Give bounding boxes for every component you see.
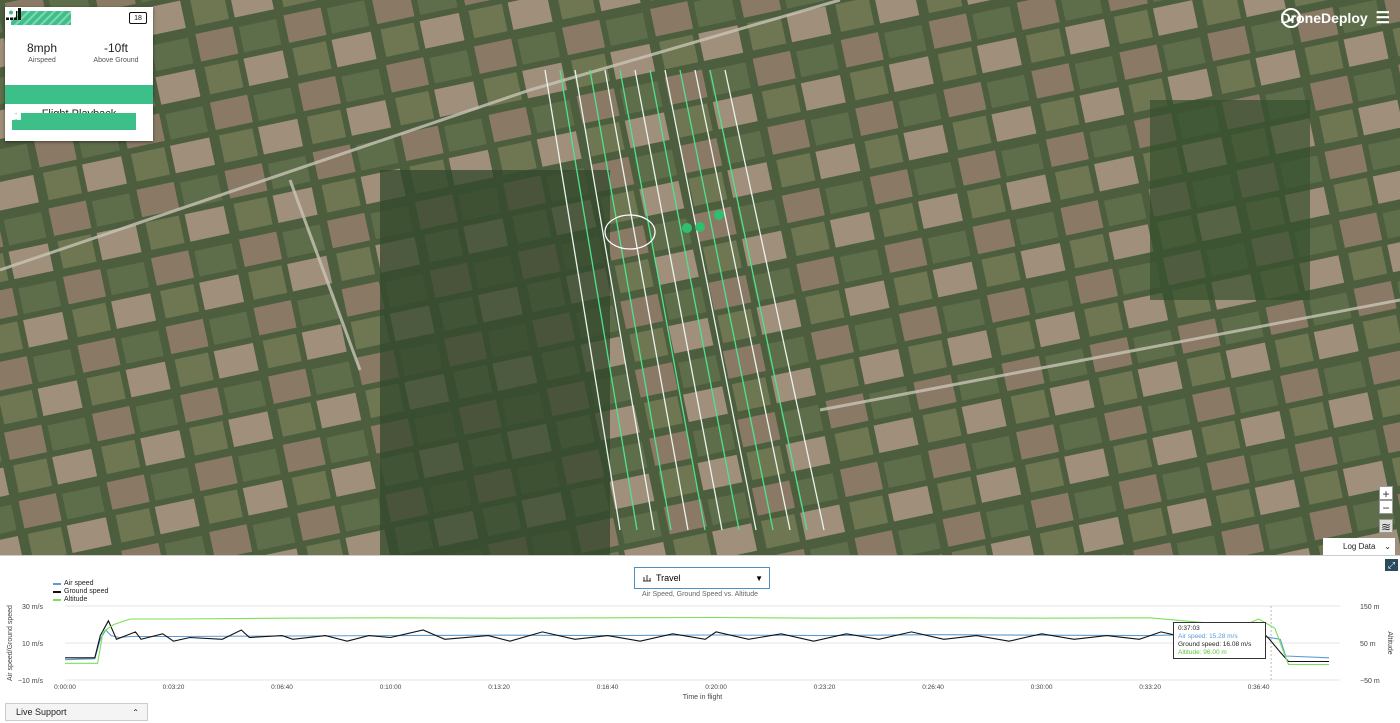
bar-chart-icon <box>643 575 651 582</box>
dropdown-value: Travel <box>656 573 681 583</box>
y-tick-label: 10 m/s <box>22 641 44 648</box>
battery-icon: 18 <box>129 12 147 24</box>
plane-icon[interactable] <box>6 8 116 104</box>
x-tick-label: 0:13:20 <box>488 684 510 691</box>
widget-toolbar <box>5 7 153 104</box>
home-marker[interactable] <box>714 210 724 220</box>
rewind-icon[interactable] <box>12 113 54 130</box>
map-layers-icon[interactable]: ≋ <box>1379 519 1393 534</box>
takeoff-marker[interactable] <box>682 223 692 233</box>
log-data-tab[interactable]: Log Data ⌄ <box>1323 538 1395 555</box>
altitude-line <box>65 616 1330 666</box>
air-speed-line <box>64 629 1330 661</box>
zoom-in-button[interactable]: + <box>1379 486 1393 501</box>
x-tick-label: 0:20:00 <box>705 684 727 691</box>
altitude-value: -10ft <box>103 41 128 55</box>
x-tick-label: 0:36:40 <box>1248 684 1270 691</box>
y2-tick-label: 150 m <box>1360 604 1380 611</box>
x-tick-label: 0:00:00 <box>54 684 76 691</box>
y2-axis-label: Altitude <box>1386 631 1393 654</box>
x-tick-label: 0:16:40 <box>597 684 619 691</box>
chart-type-dropdown[interactable]: Travel ▼ <box>634 567 770 589</box>
play-icon[interactable] <box>12 113 95 130</box>
x-tick-label: 0:33:20 <box>1139 684 1161 691</box>
playback-controls <box>12 113 136 130</box>
x-tick-label: 0:10:00 <box>380 684 402 691</box>
airspeed-label: Airspeed <box>28 57 56 64</box>
x-tick-label: 0:30:00 <box>1031 684 1053 691</box>
tooltip-air: Air speed: 15.28 m/s <box>1178 633 1238 640</box>
airspeed-value: 8mph <box>26 41 58 55</box>
drone-marker[interactable] <box>695 222 705 232</box>
hamburger-menu-icon[interactable]: ☰ <box>1376 8 1390 28</box>
x-tick-label: 0:06:40 <box>271 684 293 691</box>
chevron-up-icon: ⌃ <box>132 707 139 717</box>
log-data-label: Log Data <box>1343 542 1376 551</box>
camera-icon[interactable] <box>6 9 153 104</box>
x-tick-label: 0:23:20 <box>814 684 836 691</box>
y2-tick-label: −50 m <box>1360 678 1380 685</box>
grid-icon[interactable] <box>5 7 79 104</box>
y-axis-label: Air speed/Ground speed <box>7 605 14 681</box>
chevron-down-icon: ⌄ <box>1384 542 1391 551</box>
chart-icon[interactable] <box>5 8 42 104</box>
chart-tooltip: 0:37:03 Air speed: 15.28 m/s Ground spee… <box>1173 622 1266 659</box>
pause-icon[interactable] <box>12 113 74 130</box>
legend-air-speed[interactable]: Air speed <box>53 580 108 588</box>
live-support-bar[interactable]: Live Support ⌃ <box>5 703 148 721</box>
zoom-out-button[interactable]: − <box>1379 500 1393 515</box>
map-canvas <box>0 0 1400 555</box>
tooltip-time: 0:37:03 <box>1178 625 1200 632</box>
live-support-label: Live Support <box>16 707 67 717</box>
forward-end-icon[interactable] <box>12 113 136 130</box>
altitude-stat: -10ft Above Ground <box>79 29 153 85</box>
chart-subtitle: Air Speed, Ground Speed vs. Altitude <box>642 591 758 598</box>
x-tick-label: 0:03:20 <box>163 684 185 691</box>
y-tick-label: 30 m/s <box>22 604 44 611</box>
satellite-map[interactable]: 18 8mph Airspeed -10ft Above Ground Flig… <box>0 0 1400 555</box>
chart-panel: 30 m/s 10 m/s −10 m/s 150 m 50 m −50 m 0:00:00… <box>0 555 1400 722</box>
caret-down-icon: ▼ <box>755 573 763 583</box>
y-tick-label: −10 m/s <box>18 678 44 685</box>
altitude-label: Above Ground <box>93 57 139 64</box>
fast-forward-icon[interactable] <box>12 113 116 130</box>
airspeed-stat: 8mph Airspeed <box>5 29 79 85</box>
x-axis-label: Time in flight <box>683 694 722 701</box>
brand-logo[interactable]: DroneDeploy ☰ <box>1280 8 1390 28</box>
expand-icon[interactable]: ⤢ <box>1385 559 1398 571</box>
x-tick-label: 0:26:40 <box>922 684 944 691</box>
tooltip-altitude: Altitude: 96.00 m <box>1178 649 1227 656</box>
tooltip-ground: Ground speed: 16.08 m/s <box>1178 641 1252 648</box>
dronedeploy-logo-icon <box>1280 8 1301 28</box>
y2-tick-label: 50 m <box>1360 641 1376 648</box>
ground-speed-line <box>65 619 1330 663</box>
